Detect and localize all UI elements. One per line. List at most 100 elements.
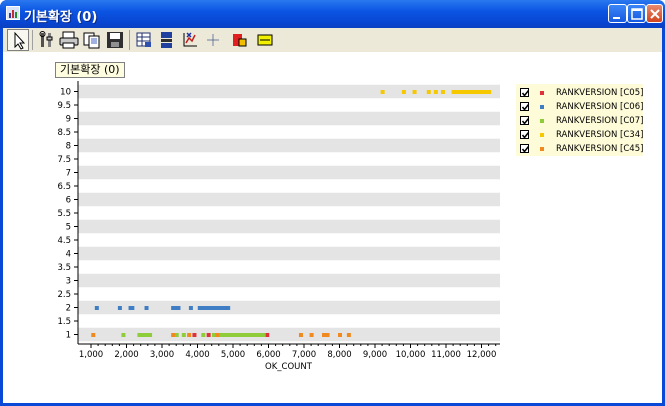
client-area: 기본확장 (0) 1 1.5 2 2.5 3 3.5 4 4.5 5 5.5 6 6.5 7 7.5 8 8.… <box>3 28 662 403</box>
legend-checkbox[interactable] <box>520 102 530 111</box>
data-point <box>258 333 263 337</box>
legend-checkbox[interactable] <box>520 130 530 139</box>
x-tick-label: 8,000 <box>327 350 351 360</box>
x-tick-label: 4,000 <box>185 350 209 360</box>
data-point <box>229 333 234 337</box>
data-point <box>171 333 176 337</box>
legend-label: RANKVERSION [C06] <box>556 102 644 112</box>
x-tick-label: 1,000 <box>79 350 103 360</box>
data-point <box>236 333 241 337</box>
y-tick-label: 4.5 <box>57 236 71 246</box>
y-tick-label: 5 <box>66 223 71 233</box>
data-point <box>144 333 149 337</box>
y-tick-label: 3 <box>66 277 71 287</box>
legend-marker <box>540 133 544 137</box>
grid-band <box>78 246 500 261</box>
maximize-button[interactable] <box>627 4 646 23</box>
grid-band <box>78 165 500 180</box>
data-point <box>94 306 99 310</box>
legend-marker <box>540 147 544 151</box>
legend-label: RANKVERSION [C45] <box>556 144 644 154</box>
data-point <box>222 333 227 337</box>
minimize-icon <box>613 17 620 19</box>
y-tick-label: 1 <box>66 331 71 341</box>
grid-band <box>78 111 500 126</box>
data-point <box>117 306 122 310</box>
y-tick-label: 2 <box>66 304 71 314</box>
x-tick-label: 10,000 <box>396 350 426 360</box>
data-point <box>148 333 153 337</box>
grid-band <box>78 192 500 207</box>
data-point <box>188 306 193 310</box>
data-point <box>176 306 181 310</box>
data-point <box>309 333 314 337</box>
data-point <box>254 333 259 337</box>
checkmark-icon <box>521 118 530 125</box>
data-point <box>181 333 186 337</box>
x-tick-label: 2,000 <box>114 350 138 360</box>
legend-item[interactable]: RANKVERSION [C07] <box>520 115 644 128</box>
y-tick-label: 4 <box>66 250 71 260</box>
data-point <box>201 306 206 310</box>
x-tick-label: 6,000 <box>256 350 280 360</box>
data-point <box>251 333 256 337</box>
legend-checkbox[interactable] <box>520 116 530 125</box>
data-point <box>187 333 192 337</box>
chart-legend: RANKVERSION [C05] RANKVERSION [C06] RANKVE… <box>516 84 643 156</box>
app-window: 기본확장 (0) 기본확장 (0) 1 1.5 2 2.5 3 3.5 4 4.… <box>0 0 665 406</box>
legend-marker <box>540 105 544 109</box>
grid-band <box>78 219 500 234</box>
data-point <box>476 90 481 94</box>
legend-checkbox[interactable] <box>520 88 530 97</box>
data-point <box>451 90 456 94</box>
data-point <box>462 90 467 94</box>
window-title: 기본확장 (0) <box>24 10 98 25</box>
app-chart-icon <box>6 6 20 20</box>
data-point <box>211 333 216 337</box>
data-point <box>346 333 351 337</box>
legend-checkbox[interactable] <box>520 144 530 153</box>
title-bar[interactable]: 기본확장 (0) <box>0 0 665 28</box>
legend-item[interactable]: RANKVERSION [C34] <box>520 129 644 142</box>
x-tick-label: 11,000 <box>431 350 461 360</box>
checkmark-icon <box>521 132 530 139</box>
legend-item[interactable]: RANKVERSION [C45] <box>520 143 644 156</box>
y-tick-label: 6.5 <box>57 182 71 192</box>
x-tick-label: 7,000 <box>292 350 316 360</box>
data-point <box>412 90 417 94</box>
legend-label: RANKVERSION [C05] <box>556 88 644 98</box>
data-point <box>487 90 492 94</box>
data-point <box>483 90 488 94</box>
y-tick-label: 9 <box>66 115 71 125</box>
data-point <box>469 90 474 94</box>
legend-item[interactable]: RANKVERSION [C05] <box>520 87 644 100</box>
data-point <box>144 306 149 310</box>
y-tick-label: 3.5 <box>57 263 71 273</box>
data-point <box>204 306 209 310</box>
data-point <box>440 90 445 94</box>
y-tick-label: 8 <box>66 142 71 152</box>
y-tick-label: 6 <box>66 196 71 206</box>
data-point <box>380 90 385 94</box>
data-point <box>174 333 179 337</box>
legend-label: RANKVERSION [C07] <box>556 116 644 126</box>
data-point <box>130 306 135 310</box>
data-point <box>401 90 406 94</box>
data-point <box>215 333 220 337</box>
data-point <box>211 306 216 310</box>
checkmark-icon <box>521 146 530 153</box>
legend-item[interactable]: RANKVERSION [C06] <box>520 101 644 114</box>
close-icon <box>650 9 660 19</box>
y-tick-label: 1.5 <box>57 317 71 327</box>
data-point <box>298 333 303 337</box>
minimize-button[interactable] <box>608 4 627 23</box>
data-point <box>233 333 238 337</box>
data-point <box>455 90 460 94</box>
x-axis-title: OK_COUNT <box>265 362 312 372</box>
y-tick-label: 7 <box>66 169 71 179</box>
data-point <box>322 333 327 337</box>
close-button[interactable] <box>646 4 663 23</box>
legend-marker <box>540 91 544 95</box>
data-point <box>226 333 231 337</box>
data-point <box>226 306 231 310</box>
